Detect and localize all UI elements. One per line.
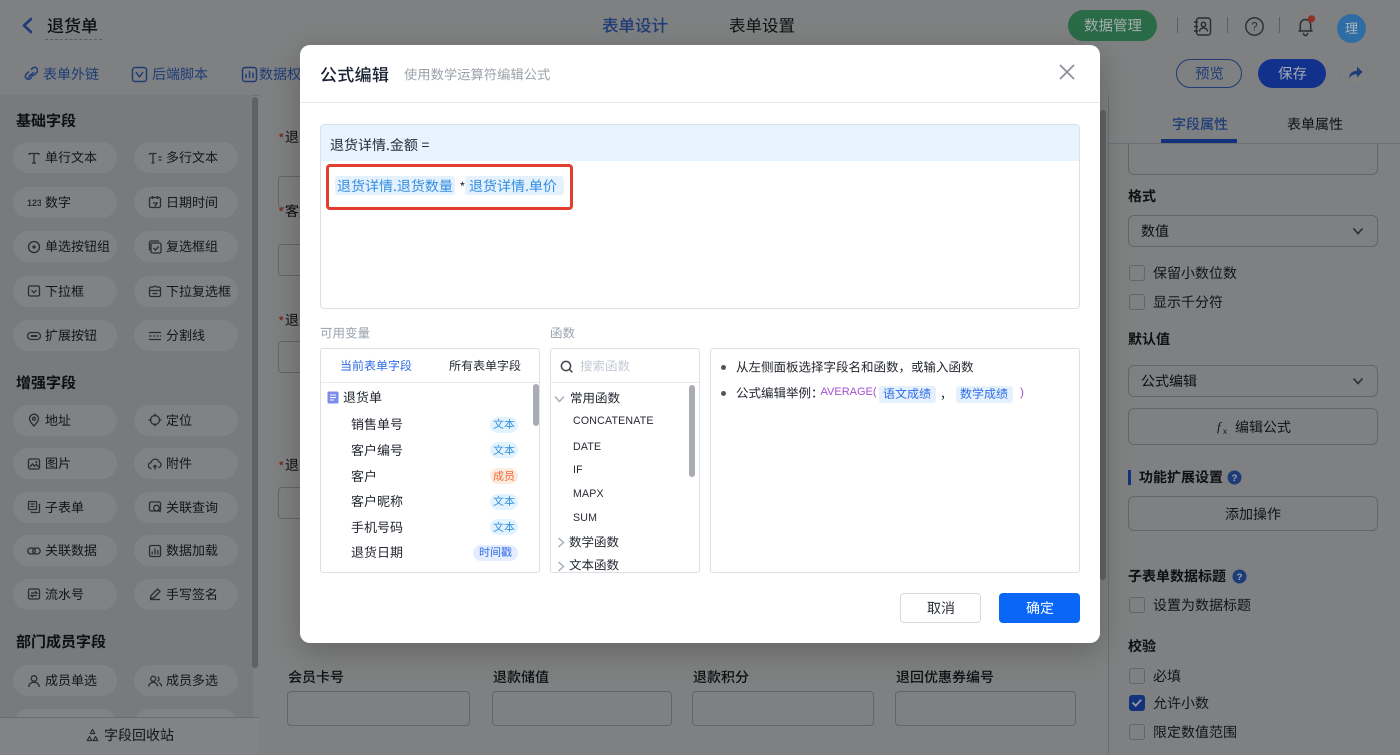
svg-text:?: ? — [1231, 473, 1237, 484]
svg-text:?: ? — [1251, 22, 1257, 34]
svg-text:x: x — [1223, 427, 1227, 434]
svg-text:?: ? — [1236, 572, 1242, 583]
svg-text:123: 123 — [27, 198, 41, 208]
